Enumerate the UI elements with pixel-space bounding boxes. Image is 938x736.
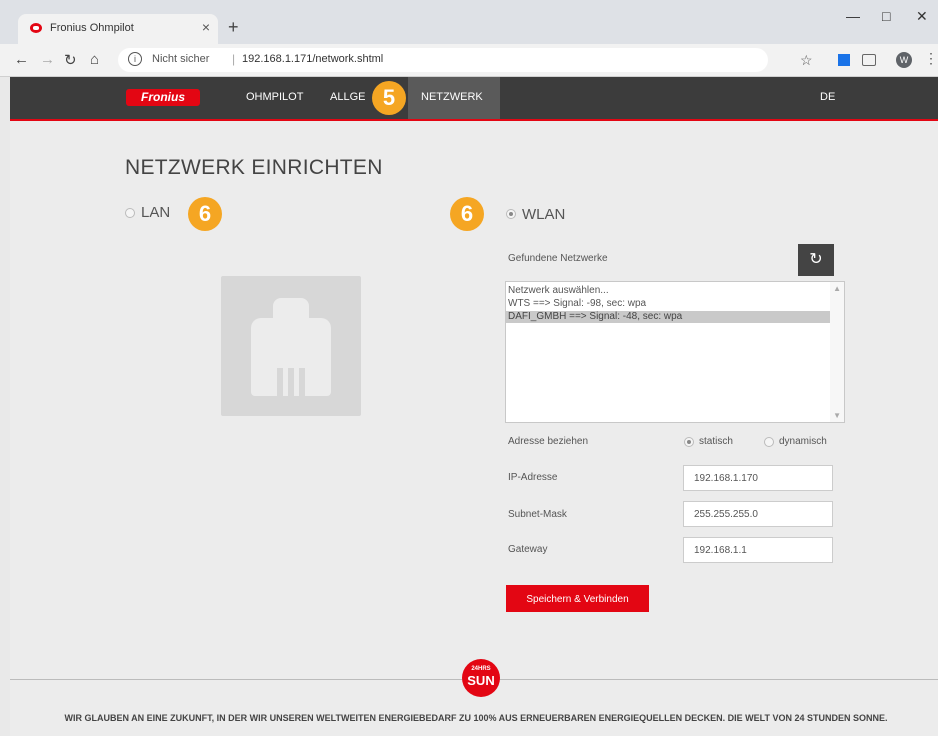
new-tab-button[interactable]: +	[228, 17, 239, 38]
browser-tab[interactable]: Fronius Ohmpilot ×	[18, 14, 218, 44]
browser-toolbar: ← → ↻ ⌂ i Nicht sicher | 192.168.1.171/n…	[0, 44, 938, 77]
wlan-radio[interactable]	[506, 209, 516, 219]
bookmark-star-icon[interactable]: ☆	[800, 52, 813, 69]
found-networks-label: Gefundene Netzwerke	[508, 253, 608, 264]
language-selector[interactable]: DE	[820, 91, 835, 103]
security-indicator: Nicht sicher	[152, 53, 210, 65]
scroll-up-icon[interactable]: ▲	[833, 284, 841, 293]
browser-tab-strip: Fronius Ohmpilot × + — □ ✕	[0, 0, 938, 44]
fronius-favicon-icon	[30, 23, 42, 33]
annotation-badge-6-wlan: 6	[450, 197, 484, 231]
static-option-label[interactable]: statisch	[699, 436, 733, 447]
network-list-scrollbar[interactable]: ▲ ▼	[830, 282, 844, 422]
gateway-label: Gateway	[508, 544, 548, 555]
extension-icon[interactable]	[838, 54, 850, 66]
info-icon[interactable]: i	[128, 52, 142, 66]
site-header: Fronius OHMPILOT ALLGE NETZWERK DE	[0, 77, 938, 121]
profile-avatar[interactable]: W	[896, 52, 912, 68]
cast-icon[interactable]	[862, 54, 876, 66]
browser-menu-icon[interactable]: ⋮	[924, 50, 938, 67]
static-radio[interactable]	[684, 437, 694, 447]
page-title: NETZWERK EINRICHTEN	[125, 156, 383, 179]
ip-address-label: IP-Adresse	[508, 472, 558, 483]
tab-close-button[interactable]: ×	[202, 19, 210, 35]
24hrs-sun-logo: 24HRS SUN	[462, 659, 500, 697]
nav-item-ohmpilot[interactable]: OHMPILOT	[246, 91, 303, 103]
subnet-mask-label: Subnet-Mask	[508, 509, 567, 520]
gateway-field[interactable]	[683, 537, 833, 563]
lan-radio[interactable]	[125, 208, 135, 218]
maximize-window-icon[interactable]: □	[882, 8, 890, 24]
sun-logo-big-text: SUN	[467, 673, 495, 688]
ip-address-field[interactable]	[683, 465, 833, 491]
network-list-item-selected[interactable]: DAFI_GMBH ==> Signal: -48, sec: wpa	[506, 311, 830, 323]
annotation-badge-5: 5	[372, 81, 406, 115]
reload-icon[interactable]: ↻	[64, 51, 77, 69]
close-window-icon[interactable]: ✕	[916, 8, 928, 25]
nav-item-netzwerk[interactable]: NETZWERK	[421, 91, 483, 103]
scroll-down-icon[interactable]: ▼	[833, 411, 841, 420]
network-list[interactable]: Netzwerk auswählen... WTS ==> Signal: -9…	[505, 281, 845, 423]
left-edge	[0, 77, 10, 736]
dynamic-radio[interactable]	[764, 437, 774, 447]
address-bar[interactable]: i Nicht sicher | 192.168.1.171/network.s…	[118, 48, 768, 72]
fronius-logo[interactable]: Fronius	[126, 89, 200, 106]
dynamic-option-label[interactable]: dynamisch	[779, 436, 827, 447]
home-icon[interactable]: ⌂	[90, 51, 99, 68]
footer-slogan: WIR GLAUBEN AN EINE ZUKUNFT, IN DER WIR …	[64, 713, 888, 723]
back-arrow-icon[interactable]: ←	[14, 51, 29, 68]
url-text[interactable]: 192.168.1.171/network.shtml	[242, 53, 383, 65]
annotation-badge-6-lan: 6	[188, 197, 222, 231]
url-separator: |	[232, 52, 236, 66]
subnet-mask-field[interactable]	[683, 501, 833, 527]
tab-title: Fronius Ohmpilot	[50, 22, 134, 34]
minimize-window-icon[interactable]: —	[846, 8, 860, 24]
network-list-item[interactable]: WTS ==> Signal: -98, sec: wpa	[506, 298, 830, 310]
refresh-networks-button[interactable]: ↻	[798, 244, 834, 276]
lan-label[interactable]: LAN	[141, 204, 170, 221]
network-list-item[interactable]: Netzwerk auswählen...	[506, 285, 830, 297]
nav-item-allgemein[interactable]: ALLGE	[330, 91, 365, 103]
ethernet-port-icon	[221, 276, 361, 416]
forward-arrow-icon[interactable]: →	[40, 51, 55, 68]
address-mode-label: Adresse beziehen	[508, 436, 589, 447]
wlan-label[interactable]: WLAN	[522, 206, 565, 223]
refresh-icon: ↻	[809, 251, 823, 268]
sun-logo-small-text: 24HRS	[471, 666, 491, 672]
save-and-connect-button[interactable]: Speichern & Verbinden	[506, 585, 649, 612]
